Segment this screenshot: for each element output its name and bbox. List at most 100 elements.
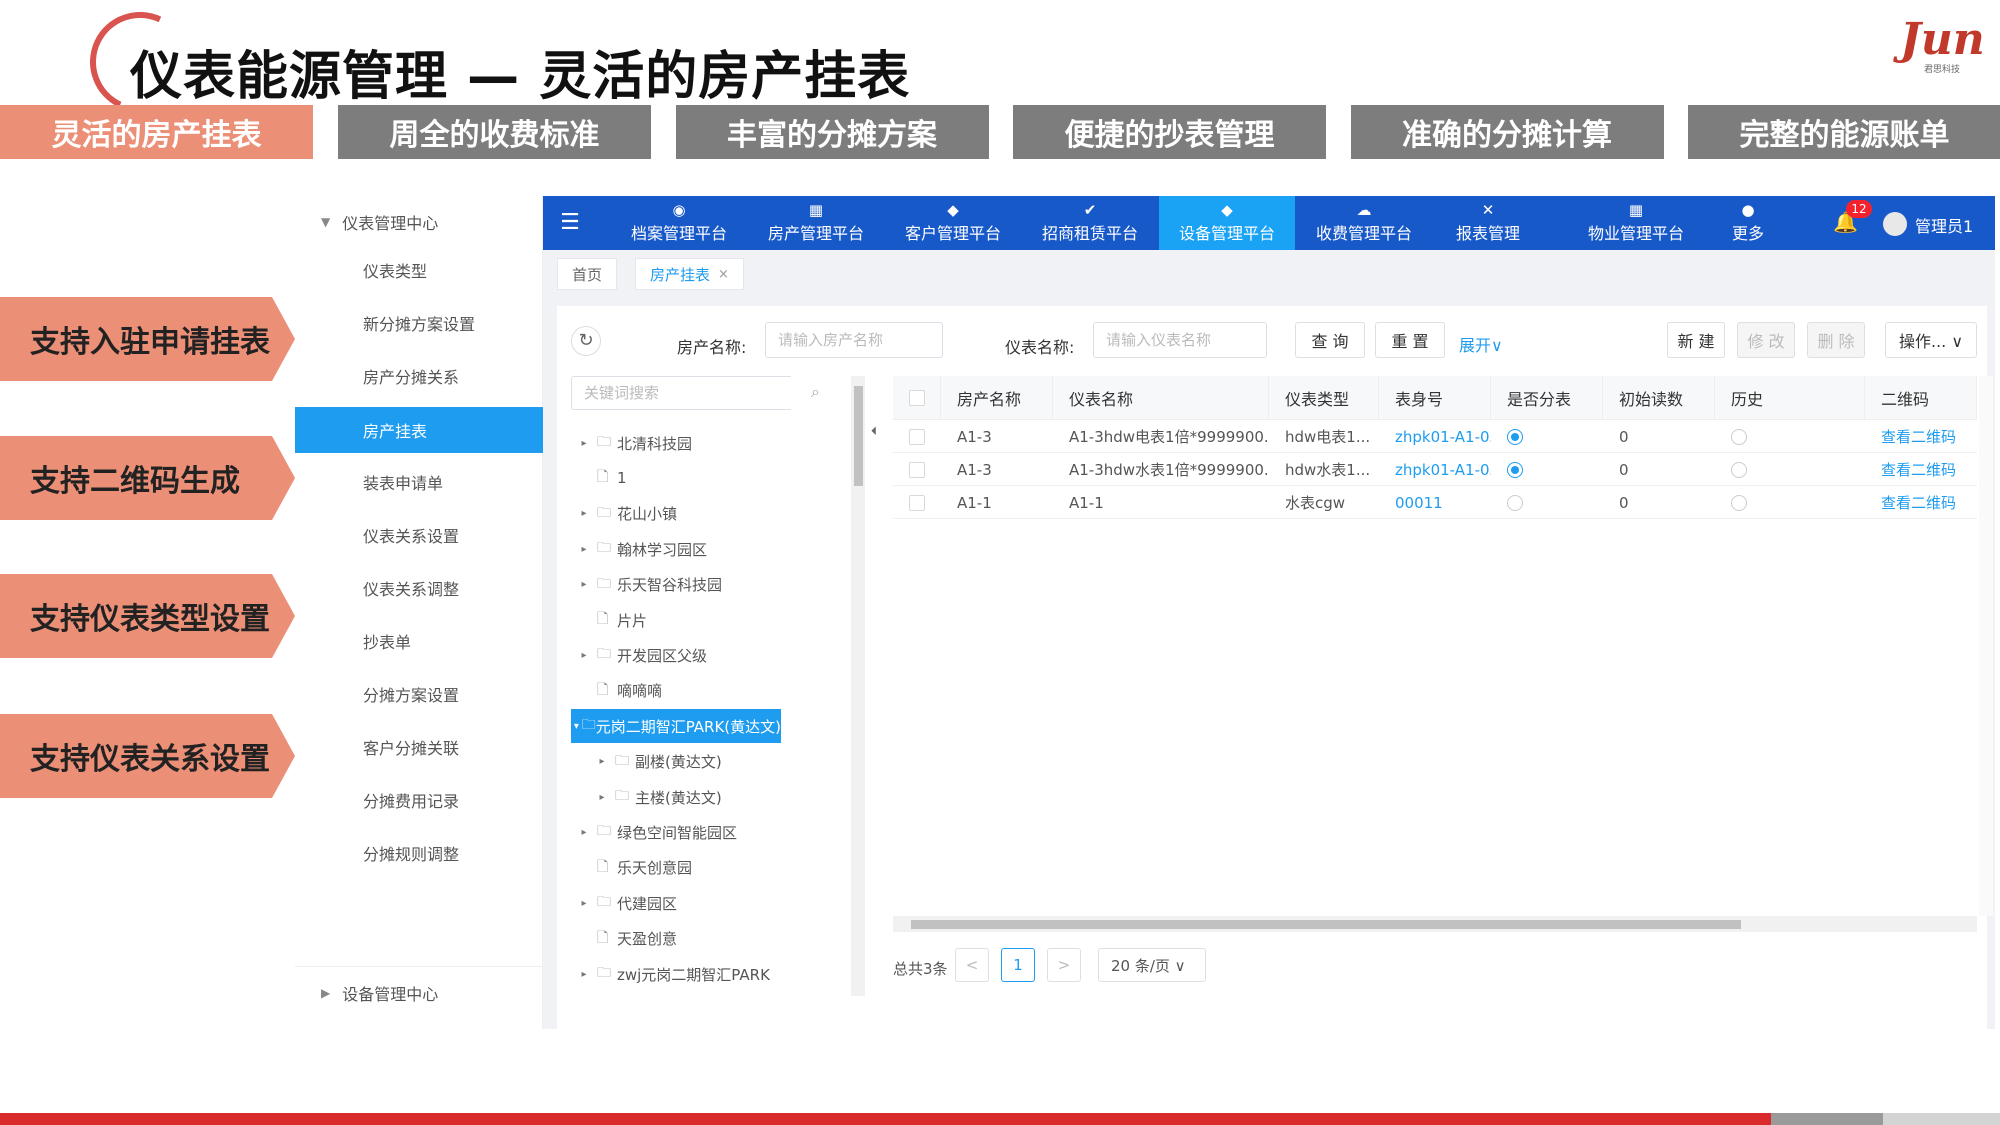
sidebar-item[interactable]: 分摊规则调整 xyxy=(295,831,543,875)
view-qrcode-link[interactable]: 查看二维码 xyxy=(1865,453,1977,486)
top-nav-item[interactable]: ● 更多 xyxy=(1703,196,1793,250)
sidebar-item[interactable]: 装表申请单 xyxy=(295,460,543,504)
checkbox[interactable] xyxy=(909,390,925,406)
table-row[interactable]: A1-3 A1-3hdw水表1倍*9999900... hdw水表1... zhpk0… xyxy=(893,453,1977,486)
tree-node[interactable]: ▸ 🗀 代建园区 xyxy=(571,886,781,920)
more-actions-dropdown[interactable]: 操作... ∨ xyxy=(1885,322,1977,358)
property-search-input[interactable] xyxy=(765,322,943,358)
table-row[interactable]: A1-1 A1-1 水表cgw 00011 0 查看二维码 xyxy=(893,486,1977,519)
column-header[interactable]: 初始读数 xyxy=(1603,376,1715,420)
refresh-icon[interactable]: ↻ xyxy=(571,326,601,356)
page-size-select[interactable]: 20 条/页 ∨ xyxy=(1098,948,1206,982)
select-all-checkbox[interactable] xyxy=(893,376,941,420)
expand-arrow-icon[interactable]: ▸ xyxy=(571,579,597,590)
expand-arrow-icon[interactable]: ▾ xyxy=(571,721,582,732)
row-checkbox-cell[interactable] xyxy=(893,486,941,519)
sidebar-item[interactable]: 新分摊方案设置 xyxy=(295,301,543,345)
page-tab[interactable]: 房产挂表 × xyxy=(635,258,744,290)
sidebar-item[interactable]: 仪表关系设置 xyxy=(295,513,543,557)
feature-tab[interactable]: 灵活的房产挂表 xyxy=(0,105,313,159)
column-header[interactable]: 表身号 xyxy=(1379,376,1491,420)
cell-serial[interactable]: zhpk01-A1-03 xyxy=(1379,420,1491,453)
menu-toggle-icon[interactable]: ☰ xyxy=(557,210,583,236)
top-nav-item[interactable]: ▦ 物业管理平台 xyxy=(1568,196,1704,250)
table-hscroll-thumb[interactable] xyxy=(911,920,1741,929)
tree-node[interactable]: ▸ 🗀 主楼(黄达文) xyxy=(571,780,781,814)
top-nav-item[interactable]: ◉ 档案管理平台 xyxy=(611,196,747,250)
tree-node[interactable]: ▸ 🗀 乐天智谷科技园 xyxy=(571,568,781,602)
cell-serial[interactable]: zhpk01-A1-03 xyxy=(1379,453,1491,486)
top-nav-item[interactable]: ◆ 客户管理平台 xyxy=(885,196,1021,250)
column-header[interactable]: 是否分表 xyxy=(1491,376,1603,420)
reset-button[interactable]: 重 置 xyxy=(1375,322,1445,358)
column-header[interactable]: 历史 xyxy=(1715,376,1865,420)
tree-node[interactable]: 🗋 片片 xyxy=(571,603,781,637)
expand-arrow-icon[interactable]: ▸ xyxy=(571,508,597,519)
table-horizontal-scrollbar[interactable] xyxy=(893,916,1977,932)
tree-node[interactable]: ▸ 🗀 绿色空间智能园区 xyxy=(571,815,781,849)
tree-node[interactable]: 🗋 1 xyxy=(571,461,781,495)
checkbox[interactable] xyxy=(909,494,925,511)
sidebar-group-meter[interactable]: ▼ 仪表管理中心 xyxy=(295,196,543,248)
sidebar-item[interactable]: 房产分摊关系 xyxy=(295,354,543,398)
page-tab[interactable]: 首页 xyxy=(557,258,618,290)
top-nav-item[interactable]: ✔ 招商租赁平台 xyxy=(1022,196,1158,250)
next-page-button[interactable]: > xyxy=(1047,948,1081,982)
feature-tab[interactable]: 周全的收费标准 xyxy=(338,105,651,159)
checkbox[interactable] xyxy=(909,428,925,445)
feature-tab[interactable]: 便捷的抄表管理 xyxy=(1013,105,1326,159)
sidebar-item[interactable]: 客户分摊关联 xyxy=(295,725,543,769)
tree-node[interactable]: ▸🗀翰林集团 xyxy=(571,992,781,996)
expand-filters-link[interactable]: 展开∨ xyxy=(1459,332,1503,356)
current-page-button[interactable]: 1 xyxy=(1001,948,1035,982)
top-nav-item[interactable]: ▦ 房产管理平台 xyxy=(748,196,884,250)
top-nav-item[interactable]: ☁ 收费管理平台 xyxy=(1296,196,1432,250)
feature-tab[interactable]: 准确的分摊计算 xyxy=(1350,105,1664,159)
row-checkbox-cell[interactable] xyxy=(893,420,941,453)
edit-button[interactable]: 修 改 xyxy=(1737,322,1795,358)
expand-arrow-icon[interactable]: ▸ xyxy=(571,827,597,838)
search-icon[interactable]: ⌕ xyxy=(811,382,820,402)
table-vertical-scrollbar[interactable] xyxy=(1979,376,1993,916)
close-icon[interactable]: × xyxy=(718,267,729,282)
expand-arrow-icon[interactable]: ▸ xyxy=(571,650,597,661)
sidebar-group-device[interactable]: ▶ 设备管理中心 xyxy=(295,966,543,1018)
expand-arrow-icon[interactable]: ▸ xyxy=(571,969,597,980)
tree-node[interactable]: 🗋 乐天创意园 xyxy=(571,851,781,885)
tree-node[interactable]: ▾ 🗀 元岗二期智汇PARK(黄达文) xyxy=(571,709,781,744)
sidebar-item[interactable]: 分摊费用记录 xyxy=(295,778,543,822)
tree-scrollbar-thumb[interactable] xyxy=(854,386,863,486)
column-header[interactable]: 二维码 xyxy=(1865,376,1977,420)
avatar[interactable] xyxy=(1883,212,1907,236)
sidebar-item[interactable]: 分摊方案设置 xyxy=(295,672,543,716)
collapse-tree-icon[interactable]: ⏴ xyxy=(871,424,887,440)
view-qrcode-link[interactable]: 查看二维码 xyxy=(1865,486,1977,519)
tree-node[interactable]: ▸ 🗀 开发园区父级 xyxy=(571,638,781,672)
user-name[interactable]: 管理员1 xyxy=(1915,213,1973,237)
meter-search-input[interactable] xyxy=(1093,322,1267,358)
tree-node[interactable]: ▸ 🗀 北清科技园 xyxy=(571,426,781,460)
tree-node[interactable]: 🗋 嘀嘀嘀 xyxy=(571,674,781,708)
top-nav-item[interactable]: ◆ 设备管理平台 xyxy=(1159,196,1295,250)
sidebar-item[interactable]: 仪表关系调整 xyxy=(295,566,543,610)
sidebar-item[interactable]: 房产挂表 xyxy=(295,407,543,453)
expand-arrow-icon[interactable]: ▸ xyxy=(589,792,615,803)
feature-tab[interactable]: 丰富的分摊方案 xyxy=(675,105,989,159)
sidebar-item[interactable]: 抄表单 xyxy=(295,619,543,663)
tree-node[interactable]: 🗋 天盈创意 xyxy=(571,922,781,956)
tree-node[interactable]: ▸ 🗀 zwj元岗二期智汇PARK xyxy=(571,957,781,991)
sidebar-item[interactable]: 仪表类型 xyxy=(295,248,543,292)
column-header[interactable]: 仪表名称 xyxy=(1053,376,1269,420)
expand-arrow-icon[interactable]: ▸ xyxy=(571,544,597,555)
row-checkbox-cell[interactable] xyxy=(893,453,941,486)
tree-node[interactable]: ▸ 🗀 翰林学习园区 xyxy=(571,532,781,566)
prev-page-button[interactable]: < xyxy=(955,948,989,982)
checkbox[interactable] xyxy=(909,461,925,478)
tree-scrollbar[interactable] xyxy=(851,376,865,996)
feature-tab[interactable]: 完整的能源账单 xyxy=(1688,105,2000,159)
tree-node[interactable]: ▸ 🗀 花山小镇 xyxy=(571,497,781,531)
tree-node[interactable]: ▸ 🗀 副楼(黄达文) xyxy=(571,745,781,779)
top-nav-item[interactable]: ✕ 报表管理 xyxy=(1433,196,1543,250)
column-header[interactable]: 仪表类型 xyxy=(1269,376,1379,420)
expand-arrow-icon[interactable]: ▸ xyxy=(571,898,597,909)
